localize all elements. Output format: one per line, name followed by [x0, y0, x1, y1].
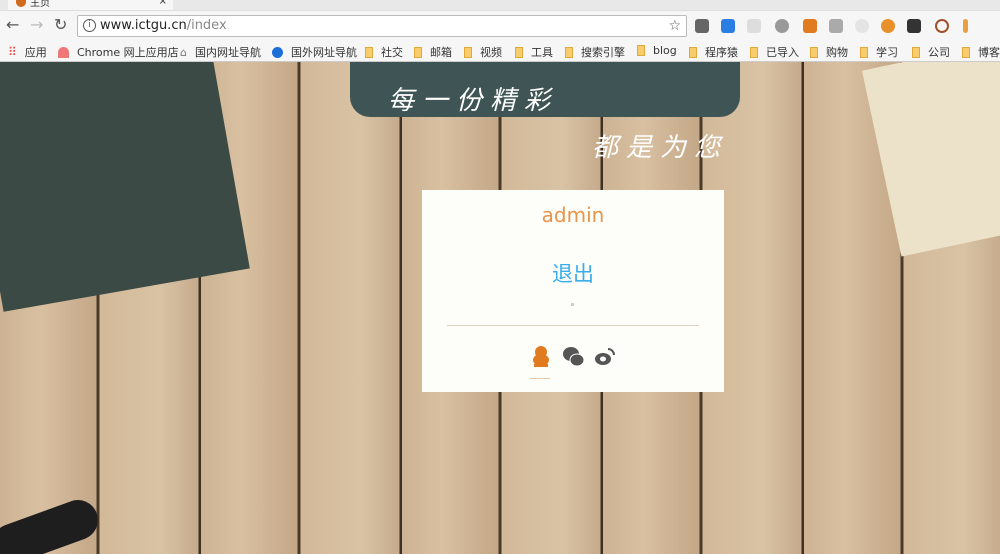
bookmark-item[interactable]: Chrome 网上应用店 [58, 44, 179, 60]
browser-toolbar: ← → ↻ i www.ictgu.cn/index ☆ [0, 10, 1000, 40]
folder-icon [810, 46, 818, 58]
tab-home[interactable]: 主页 × [8, 0, 173, 10]
extension-icon[interactable] [829, 19, 843, 33]
info-icon[interactable]: i [83, 19, 96, 32]
bookmark-apps[interactable]: ⠿ 应用 [8, 44, 47, 60]
url-host: www.ictgu.cn [100, 18, 187, 33]
back-button[interactable]: ← [6, 15, 19, 34]
divider [447, 325, 699, 326]
bookmark-star-icon[interactable]: ☆ [668, 16, 681, 36]
tab-title: 主页 [30, 0, 50, 9]
folder-icon [637, 45, 645, 56]
home-icon: ⌂ [180, 45, 187, 59]
bookmark-item[interactable]: ⌂ 国内网址导航 [180, 44, 261, 60]
extension-icon[interactable] [963, 19, 968, 33]
separator-dot [571, 303, 574, 306]
slogan-line-1: 每一份精彩 [388, 86, 559, 116]
folder-icon [464, 46, 472, 58]
bookmark-folder[interactable]: 公司 [912, 44, 950, 60]
active-indicator [530, 378, 550, 379]
wechat-icon[interactable] [562, 345, 584, 367]
bookmark-folder[interactable]: 视频 [464, 44, 502, 60]
folder-icon [565, 46, 573, 58]
extension-icon[interactable] [935, 19, 949, 33]
bookmark-folder[interactable]: 社交 [365, 44, 403, 60]
bookmark-folder[interactable]: 工具 [515, 44, 553, 60]
notebook-decoration [0, 62, 250, 312]
bookmark-folder[interactable]: 博客 [962, 44, 1000, 60]
extension-icon[interactable] [747, 19, 761, 33]
tab-strip: 主页 × [0, 0, 1000, 10]
slogan-line-2: 都是为您 [592, 133, 729, 163]
folder-icon [962, 46, 970, 58]
qq-icon[interactable] [530, 345, 552, 367]
close-tab-icon[interactable]: × [159, 0, 167, 7]
url-path: /index [186, 18, 227, 33]
forward-button[interactable]: → [30, 15, 43, 34]
extension-icon[interactable] [775, 19, 789, 33]
globe-icon [272, 46, 283, 58]
bookmark-folder[interactable]: 程序猿 [689, 44, 738, 60]
folder-icon [689, 46, 697, 58]
bookmark-folder[interactable]: blog [637, 44, 677, 57]
username: admin [541, 203, 605, 227]
bookmark-folder[interactable]: 学习 [860, 44, 898, 60]
glasses-decoration [0, 494, 104, 554]
folder-icon [750, 46, 758, 58]
bookmark-folder[interactable]: 邮箱 [414, 44, 452, 60]
logout-link[interactable]: 退出 [422, 258, 724, 288]
reload-button[interactable]: ↻ [54, 15, 67, 34]
paper-decoration [861, 62, 1000, 257]
folder-icon [860, 46, 868, 58]
extension-icon[interactable] [695, 19, 709, 33]
chrome-store-icon [58, 46, 69, 58]
folder-icon [365, 46, 373, 58]
bookmark-folder[interactable]: 已导入 [750, 44, 799, 60]
extension-icon[interactable] [881, 19, 895, 33]
extension-icon[interactable] [803, 19, 817, 33]
folder-icon [414, 46, 422, 58]
extension-icon[interactable] [721, 19, 735, 33]
bookmark-folder[interactable]: 购物 [810, 44, 848, 60]
user-card: admin 退出 [422, 190, 724, 392]
folder-icon [515, 46, 523, 58]
apps-icon: ⠿ [8, 45, 17, 59]
bookmark-item[interactable]: 国外网址导航 [272, 44, 357, 60]
weibo-icon[interactable] [594, 345, 616, 367]
extension-icon[interactable] [855, 19, 869, 33]
bookmarks-bar: ⠿ 应用 Chrome 网上应用店 ⌂ 国内网址导航 国外网址导航 社交 邮箱 视频… [0, 40, 1000, 62]
favicon-icon [16, 0, 26, 7]
folder-icon [912, 46, 920, 58]
extension-icon[interactable] [907, 19, 921, 33]
social-login-icons [422, 345, 724, 367]
address-bar[interactable]: i www.ictgu.cn/index ☆ [77, 15, 687, 37]
bookmark-folder[interactable]: 搜索引擎 [565, 44, 625, 60]
